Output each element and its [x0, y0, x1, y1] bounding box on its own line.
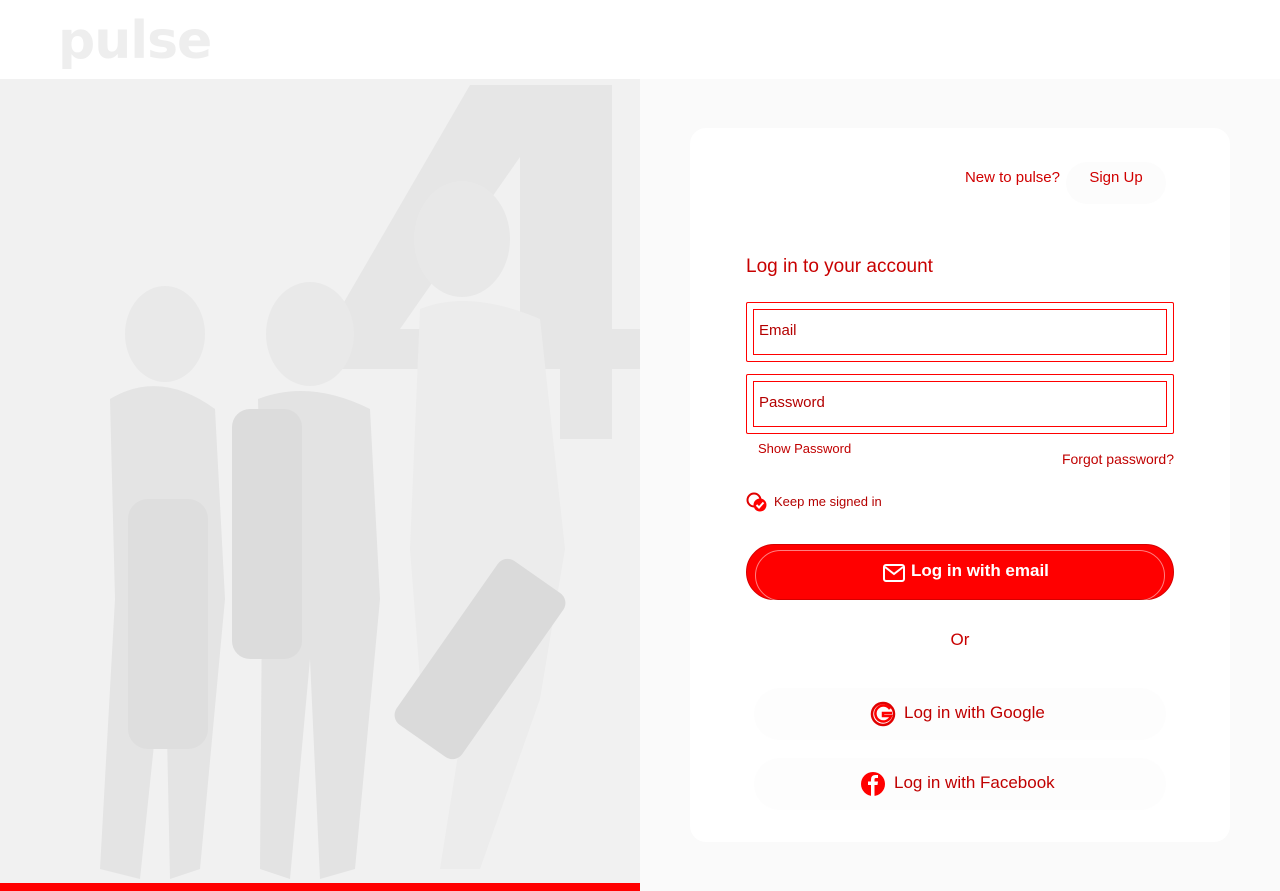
keep-signed-in-label: Keep me signed in	[774, 494, 882, 509]
login-card: New to pulse? Sign Up Log in to your acc…	[690, 128, 1230, 842]
signup-row: New to pulse? Sign Up	[690, 162, 1166, 208]
sign-up-label: Sign Up	[1089, 169, 1143, 186]
login-with-google-label: Log in with Google	[904, 703, 1045, 722]
accent-strip	[0, 883, 640, 891]
google-icon	[870, 701, 896, 727]
hero-photo	[0, 79, 640, 891]
top-bar: pulse	[0, 0, 1280, 79]
envelope-icon	[883, 564, 905, 582]
facebook-icon	[861, 772, 885, 796]
password-field[interactable]: Password	[746, 374, 1174, 434]
pulse-logo[interactable]: pulse	[58, 10, 212, 72]
password-input[interactable]	[759, 385, 1159, 425]
or-divider: Or	[950, 630, 970, 649]
checkbox-checked-icon	[746, 492, 767, 512]
login-panel: New to pulse? Sign Up Log in to your acc…	[640, 79, 1280, 891]
login-with-email-label: Log in with email	[911, 561, 1049, 580]
email-input[interactable]	[759, 313, 1159, 353]
new-to-pulse-text: New to pulse?	[964, 169, 1060, 186]
show-password-toggle[interactable]: Show Password	[758, 441, 851, 456]
login-with-email-button[interactable]: Log in with email	[746, 544, 1174, 601]
email-field[interactable]: Email	[746, 302, 1174, 362]
login-with-facebook-button[interactable]: Log in with Facebook	[754, 758, 1166, 810]
forgot-password-link[interactable]: Forgot password?	[1062, 451, 1174, 467]
login-with-google-button[interactable]: Log in with Google	[754, 688, 1166, 740]
sign-up-button[interactable]: Sign Up	[1066, 162, 1166, 204]
login-with-facebook-label: Log in with Facebook	[894, 773, 1055, 792]
hero-illustration	[100, 85, 640, 879]
page-title: Log in to your account	[746, 256, 933, 277]
